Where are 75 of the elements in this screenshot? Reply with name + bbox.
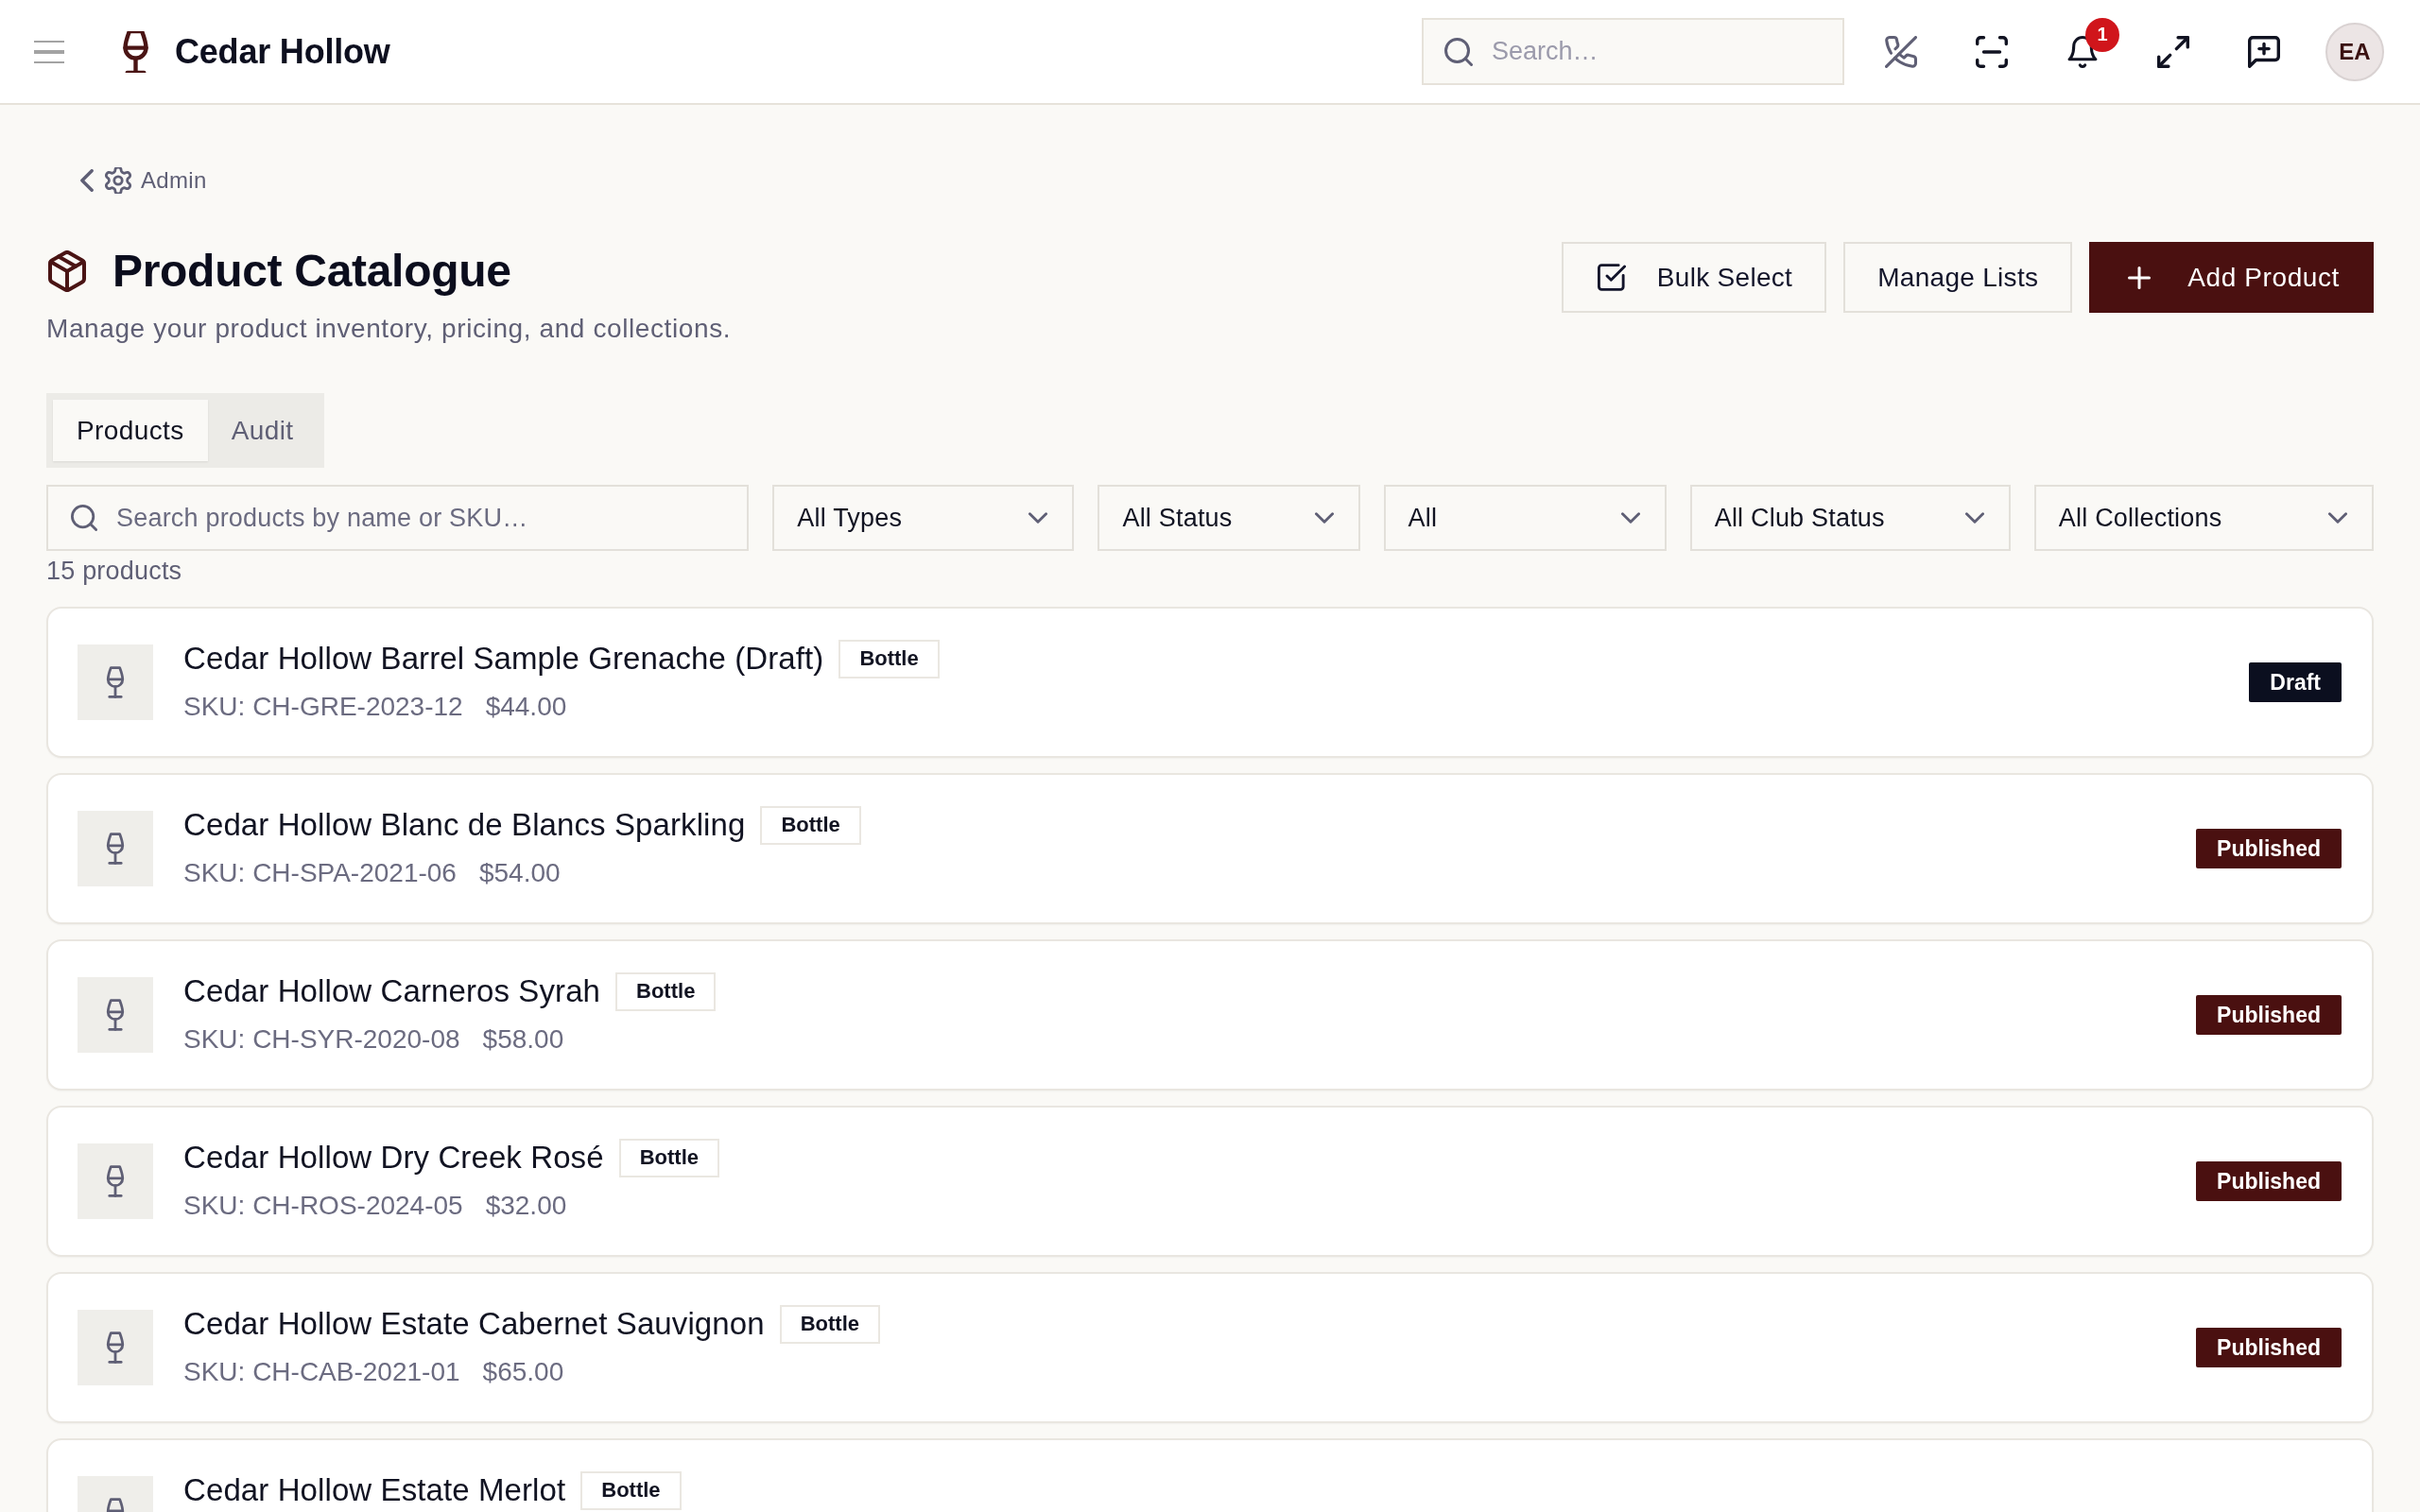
- product-count: 15 products: [46, 556, 182, 586]
- manage-lists-button[interactable]: Manage Lists: [1843, 242, 2073, 313]
- wine-glass-icon: [78, 977, 153, 1053]
- search-field[interactable]: Search…: [1422, 18, 1844, 85]
- wine-glass-icon: [123, 30, 148, 73]
- search-icon: [71, 505, 97, 531]
- gear-icon: [105, 167, 131, 194]
- product-card[interactable]: Cedar Hollow Blanc de Blancs Sparkling Bottle SKU: CH-SPA-2021-06 $54.00 Published: [46, 773, 2374, 924]
- filter-dropdown[interactable]: All Collections: [2033, 485, 2374, 551]
- filter-dropdown[interactable]: All Club Status: [1689, 485, 2011, 551]
- type-badge: Bottle: [580, 1470, 682, 1510]
- product-name: Cedar Hollow Barrel Sample Grenache (Draft): [183, 640, 824, 678]
- product-name: Cedar Hollow Estate Merlot: [183, 1471, 566, 1509]
- status-badge: Published: [2196, 1161, 2342, 1201]
- user-avatar[interactable]: EA: [2325, 22, 2384, 81]
- chevron-left-icon[interactable]: [80, 169, 94, 192]
- product-card[interactable]: Cedar Hollow Dry Creek Rosé Bottle SKU: CH-ROS-2024-05 $32.00 Published: [46, 1106, 2374, 1257]
- wine-glass-icon: [78, 1143, 153, 1219]
- product-sku: SKU: CH-SYR-2020-08: [183, 1023, 460, 1056]
- chevron-down-icon: [2328, 512, 2347, 524]
- brand-name: Cedar Hollow: [175, 31, 390, 72]
- notification-badge: 1: [2085, 17, 2119, 52]
- message-plus-icon[interactable]: [2248, 35, 2280, 68]
- product-price: $54.00: [478, 857, 561, 889]
- phone-off-icon[interactable]: [1885, 35, 1917, 68]
- filter-dropdown[interactable]: All Types: [772, 485, 1075, 551]
- product-sku: SKU: CH-CAB-2021-01: [183, 1356, 460, 1388]
- product-card[interactable]: Cedar Hollow Estate Merlot Bottle: [46, 1438, 2374, 1512]
- wine-glass-icon: [78, 1310, 153, 1385]
- tab[interactable]: Audit: [207, 400, 318, 461]
- filter-dropdown[interactable]: All Status: [1098, 485, 1360, 551]
- notification-bell-icon[interactable]: [2066, 35, 2099, 68]
- wine-glass-icon: [78, 644, 153, 720]
- product-name: Cedar Hollow Blanc de Blancs Sparkling: [183, 806, 746, 844]
- breadcrumb-link[interactable]: Admin: [141, 167, 207, 194]
- product-sku: SKU: CH-ROS-2024-05: [183, 1190, 463, 1222]
- plus-icon: [2128, 266, 2152, 289]
- page-title: Product Catalogue: [112, 245, 511, 298]
- type-badge: Bottle: [779, 1304, 880, 1344]
- checkbox-icon: [1597, 264, 1626, 291]
- status-badge: Published: [2196, 829, 2342, 868]
- status-badge: Draft: [2249, 662, 2342, 702]
- chevron-down-icon: [1314, 512, 1334, 524]
- type-badge: Bottle: [838, 639, 940, 679]
- product-price: $65.00: [482, 1356, 564, 1388]
- type-badge: Bottle: [618, 1138, 719, 1177]
- product-card[interactable]: Cedar Hollow Barrel Sample Grenache (Draft) Bottle SKU: CH-GRE-2023-12 $44.00 Draft: [46, 607, 2374, 758]
- product-card[interactable]: Cedar Hollow Carneros Syrah Bottle SKU: CH-SYR-2020-08 $58.00 Published: [46, 939, 2374, 1091]
- product-name: Cedar Hollow Dry Creek Rosé: [183, 1139, 604, 1177]
- product-price: $44.00: [485, 691, 567, 723]
- search-icon: [1444, 37, 1473, 66]
- product-name: Cedar Hollow Estate Cabernet Sauvignon: [183, 1305, 765, 1343]
- status-badge: Published: [2196, 1328, 2342, 1367]
- product-price: $32.00: [485, 1190, 567, 1222]
- expand-icon[interactable]: [2157, 35, 2189, 68]
- package-icon: [46, 250, 88, 292]
- chevron-down-icon: [1964, 512, 1984, 524]
- add-product-button[interactable]: Add Product: [2089, 242, 2374, 313]
- wine-glass-icon: [78, 811, 153, 886]
- product-price: $58.00: [482, 1023, 564, 1056]
- chevron-down-icon: [1028, 512, 1048, 524]
- product-search-field[interactable]: Search products by name or SKU…: [46, 485, 750, 551]
- chevron-down-icon: [1620, 512, 1640, 524]
- status-badge: Published: [2196, 995, 2342, 1035]
- page-subtitle: Manage your product inventory, pricing, and collections.: [46, 313, 732, 345]
- bulk-select-button[interactable]: Bulk Select: [1561, 242, 1827, 313]
- product-sku: SKU: CH-SPA-2021-06: [183, 857, 457, 889]
- tab[interactable]: Products: [53, 400, 208, 461]
- scan-icon[interactable]: [1976, 35, 2008, 68]
- product-card[interactable]: Cedar Hollow Estate Cabernet Sauvignon Bottle SKU: CH-CAB-2021-01 $65.00 Published: [46, 1272, 2374, 1423]
- type-badge: Bottle: [615, 971, 717, 1011]
- type-badge: Bottle: [760, 805, 861, 845]
- product-sku: SKU: CH-GRE-2023-12: [183, 691, 463, 723]
- product-name: Cedar Hollow Carneros Syrah: [183, 972, 601, 1010]
- filter-dropdown[interactable]: All: [1383, 485, 1667, 551]
